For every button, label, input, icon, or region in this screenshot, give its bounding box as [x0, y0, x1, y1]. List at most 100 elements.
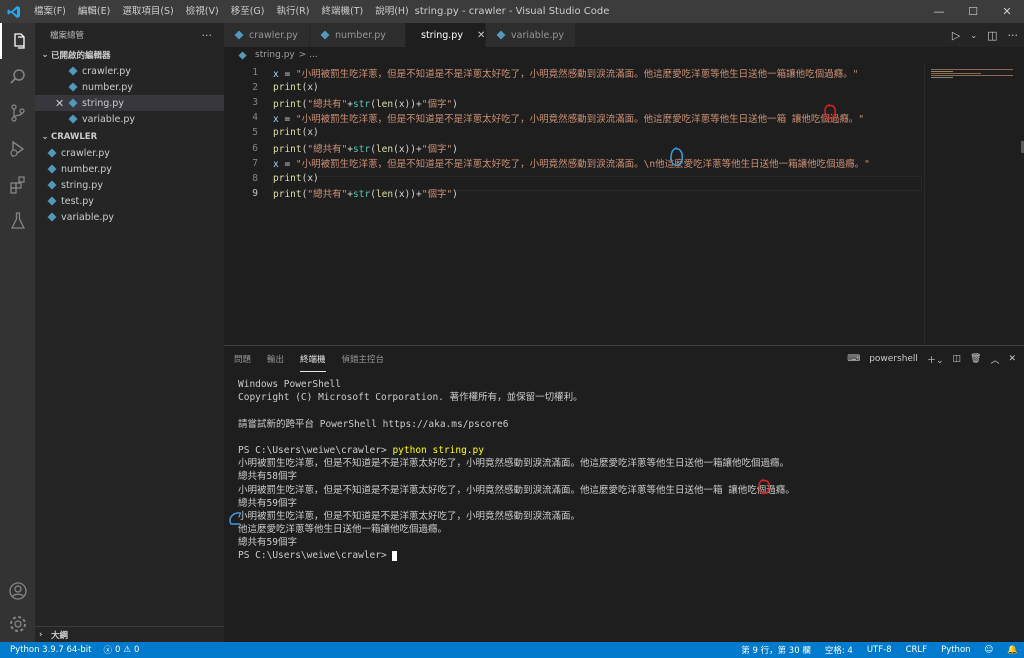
- folder-section[interactable]: ⌄ CRAWLER: [35, 129, 224, 145]
- error-count: 0: [114, 645, 121, 655]
- menu-bar: 檔案(F) 編輯(E) 選取項目(S) 檢視(V) 移至(G) 執行(R) 終端機(T) 說明…: [28, 0, 415, 23]
- code-token: =: [278, 68, 296, 80]
- encoding[interactable]: UTF-8: [867, 645, 892, 655]
- settings-gear-icon[interactable]: [0, 606, 35, 642]
- code-token: len: [375, 98, 394, 110]
- menu-item[interactable]: 執行(R): [270, 0, 315, 23]
- code-token: print: [273, 144, 302, 155]
- terminal-text: 他這麼愛吃洋蔥等他生日送他一箱讓他吃個過癮。: [238, 524, 448, 536]
- file-tree-item[interactable]: variable.py: [35, 209, 224, 225]
- line-ending[interactable]: CRLF: [906, 645, 927, 655]
- file-tree-item[interactable]: number.py: [35, 161, 224, 177]
- menu-item[interactable]: 移至(G): [225, 0, 271, 23]
- file-tree-item[interactable]: string.py: [35, 177, 224, 193]
- line-number: 6: [252, 142, 258, 154]
- split-terminal-icon[interactable]: ◫: [952, 354, 961, 364]
- menu-item[interactable]: 終端機(T): [315, 0, 369, 23]
- menu-item[interactable]: 檔案(F): [28, 0, 72, 23]
- close-panel-icon[interactable]: ✕: [1008, 354, 1016, 364]
- panel-tab[interactable]: 輸出: [267, 346, 284, 372]
- python-file-icon: [320, 30, 330, 40]
- menu-item[interactable]: 檢視(V): [180, 0, 225, 23]
- breadcrumb-separator[interactable]: > ...: [299, 50, 318, 60]
- outline-section[interactable]: › 大綱: [35, 626, 224, 642]
- python-interpreter[interactable]: Python 3.9.7 64-bit: [10, 645, 91, 655]
- cursor-position[interactable]: 第 9 行，第 30 欄: [741, 644, 811, 656]
- more-actions-icon[interactable]: ···: [202, 29, 213, 42]
- file-tree-item[interactable]: crawler.py: [35, 145, 224, 161]
- python-file-icon: [47, 164, 57, 174]
- code-line: 3 print("總共有"+str(len(x))+"個字"): [224, 95, 458, 110]
- code-line: 8 print(x): [224, 171, 319, 186]
- tab-label: crawler.py: [249, 29, 298, 41]
- explorer-sidebar: 檔案總管 ··· ⌄ 已開啟的編輯器 crawler.py number.py ✕ s…: [35, 23, 224, 642]
- run-icon[interactable]: ▷: [952, 29, 960, 42]
- chevron-down-icon[interactable]: ⌄: [970, 31, 977, 40]
- open-editor-item[interactable]: ✕ string.py: [35, 95, 224, 111]
- feedback-icon[interactable]: ☺: [985, 645, 994, 655]
- more-actions-icon[interactable]: ···: [1008, 29, 1019, 42]
- close-icon[interactable]: ✕: [477, 30, 485, 41]
- run-debug-icon[interactable]: [0, 131, 35, 167]
- open-editor-item[interactable]: number.py: [35, 79, 224, 95]
- close-icon[interactable]: ✕: [55, 97, 64, 110]
- new-terminal-button[interactable]: ＋⌄: [927, 353, 944, 366]
- editor-tab[interactable]: string.py ✕: [406, 23, 486, 47]
- search-icon[interactable]: [0, 59, 35, 95]
- terminal-output[interactable]: Windows PowerShell Copyright (C) Microsof…: [238, 378, 795, 563]
- file-name: crawler.py: [82, 65, 131, 77]
- breadcrumb-file[interactable]: string.py: [255, 50, 295, 60]
- python-file-icon: [68, 114, 78, 124]
- code-line: 4 x = "小明被罰生吃洋蔥，但是不知道是不是洋蔥太好吃了，小明竟然感動到淚流滿…: [224, 110, 864, 125]
- open-editors-section[interactable]: ⌄ 已開啟的編輯器: [35, 47, 224, 63]
- editor-tab[interactable]: variable.py: [486, 23, 576, 47]
- activity-bar: [0, 23, 35, 642]
- python-file-icon: [47, 180, 57, 190]
- editor-tab[interactable]: crawler.py: [224, 23, 310, 47]
- code-line: 2 print(x): [224, 80, 319, 95]
- notifications-bell-icon[interactable]: 🔔: [1007, 645, 1018, 655]
- open-editor-item[interactable]: variable.py: [35, 111, 224, 127]
- terminal-line: 總共有59個字: [238, 536, 795, 549]
- menu-item[interactable]: 選取項目(S): [116, 0, 179, 23]
- account-icon[interactable]: [0, 573, 35, 609]
- minimize-button[interactable]: —: [922, 0, 956, 23]
- open-editor-item[interactable]: crawler.py: [35, 63, 224, 79]
- chevron-down-icon: ⌄: [41, 132, 49, 142]
- code-editor[interactable]: 1 x = "小明被罰生吃洋蔥，但是不知道是不是洋蔥太好吃了，小明竟然感動到淚流滿…: [224, 63, 924, 345]
- file-name: variable.py: [82, 113, 135, 125]
- terminal-text: Copyright (C) Microsoft Corporation. 著作權…: [238, 392, 583, 404]
- code-text: x = "小明被罰生吃洋蔥，但是不知道是不是洋蔥太好吃了，小明竟然感動到淚流滿面…: [273, 156, 870, 170]
- maximize-panel-icon[interactable]: ︿: [990, 353, 999, 366]
- editor-tab[interactable]: number.py: [310, 23, 406, 47]
- split-editor-icon[interactable]: ◫: [987, 29, 997, 42]
- terminal-icon: ⌨: [847, 354, 861, 364]
- problems-indicator[interactable]: ⓧ 0 ⚠ 0: [103, 644, 139, 656]
- indentation[interactable]: 空格: 4: [825, 644, 853, 656]
- shell-name[interactable]: powershell: [869, 354, 918, 364]
- code-token: (x): [301, 127, 319, 139]
- minimap[interactable]: [924, 63, 1024, 345]
- menu-item[interactable]: 編輯(E): [72, 0, 116, 23]
- file-name: number.py: [82, 81, 133, 93]
- extensions-icon[interactable]: [0, 167, 35, 203]
- panel-tab[interactable]: 問題: [234, 346, 251, 372]
- code-token: ): [452, 98, 458, 110]
- menu-item[interactable]: 說明(H): [369, 0, 415, 23]
- kill-terminal-icon[interactable]: 🗑: [970, 354, 981, 364]
- code-token: "小明被罰生吃洋蔥，但是不知道是不是洋蔥太好吃了，小明竟然感動到淚流滿面。他這麼…: [295, 113, 865, 125]
- code-line: 6 print("總共有"+str(len(x))+"個字"): [224, 141, 458, 156]
- testing-flask-icon[interactable]: [0, 203, 35, 239]
- close-window-button[interactable]: ✕: [990, 0, 1024, 23]
- explorer-icon[interactable]: [0, 23, 35, 59]
- terminal-text: 小明被罰生吃洋蔥，但是不知道是不是洋蔥太好吃了，小明竟然感動到淚流滿面。他這麼愛…: [238, 484, 795, 496]
- language-mode[interactable]: Python: [941, 645, 970, 655]
- panel-tab[interactable]: 偵錯主控台: [342, 346, 385, 372]
- source-control-icon[interactable]: [0, 95, 35, 131]
- file-tree-item[interactable]: test.py: [35, 193, 224, 209]
- terminal-line: 總共有59個字: [238, 497, 795, 510]
- code-token: "個字": [421, 189, 453, 201]
- maximize-button[interactable]: ☐: [956, 0, 990, 23]
- panel-tab[interactable]: 終端機: [300, 346, 326, 372]
